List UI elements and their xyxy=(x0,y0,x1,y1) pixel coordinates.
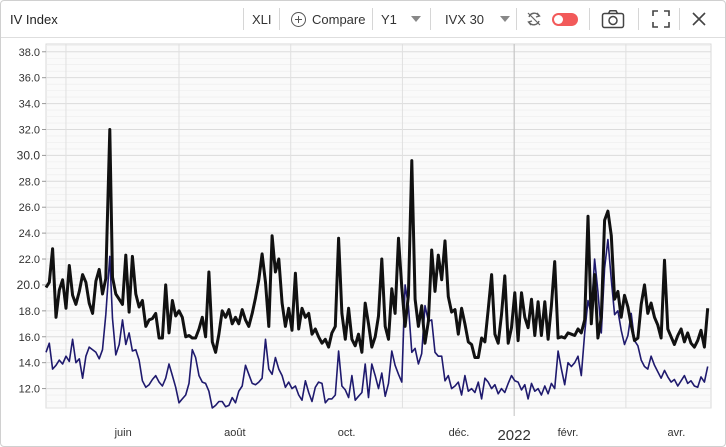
toolbar-separator xyxy=(372,8,373,30)
y-tick-label: 20.0 xyxy=(17,278,41,292)
x-tick-label: févr. xyxy=(558,427,579,439)
measure-select[interactable]: IVX 30 xyxy=(445,1,511,37)
toolbar-separator xyxy=(638,8,639,30)
caret-down-icon xyxy=(500,16,511,22)
y-tick-label: 22.0 xyxy=(19,254,40,266)
toolbar-separator xyxy=(243,8,244,30)
x-tick-label: déc. xyxy=(449,427,470,439)
toolbar-separator xyxy=(430,8,431,30)
y-tick-label: 36.0 xyxy=(19,73,40,85)
toggle-switch[interactable] xyxy=(552,1,578,37)
x-tick-label: 2022 xyxy=(497,427,530,444)
period-value: Y1 xyxy=(381,11,397,27)
y-tick-label: 32.0 xyxy=(19,124,40,136)
x-tick-label: août xyxy=(224,427,245,439)
toggle-switch-track xyxy=(552,12,578,26)
y-tick-label: 14.0 xyxy=(19,358,40,370)
y-tick-label: 12.0 xyxy=(19,384,40,396)
compare-button[interactable]: Compare xyxy=(291,1,365,37)
period-select[interactable]: Y1 xyxy=(381,1,421,37)
measure-value: IVX 30 xyxy=(445,11,485,27)
compare-label: Compare xyxy=(312,11,366,27)
y-axis: 12.0 14.0 16.0 18.0 20.0 22.0 24.0 26.0 28.0 30.0… xyxy=(17,47,46,396)
sync-icon xyxy=(527,12,541,26)
screenshot-button[interactable] xyxy=(601,1,625,37)
sync-button[interactable] xyxy=(526,1,542,37)
y-tick-label: 34.0 xyxy=(19,99,40,111)
close-button[interactable] xyxy=(691,1,707,37)
y-tick-label: 28.0 xyxy=(19,176,40,188)
toolbar-separator xyxy=(679,8,680,30)
y-tick-label: 38.0 xyxy=(19,47,40,59)
close-icon xyxy=(692,12,706,26)
iv-chart: 12.0 14.0 16.0 18.0 20.0 22.0 24.0 26.0 28.0 30.0… xyxy=(17,43,712,444)
toolbar-separator xyxy=(516,8,517,30)
chart-window: IV Index XLI Compare Y1 IVX 30 12.0 14.0… xyxy=(0,0,726,447)
fullscreen-button[interactable] xyxy=(652,1,670,37)
fullscreen-icon xyxy=(652,10,670,28)
chart-title: IV Index xyxy=(10,12,58,27)
toolbar-separator xyxy=(589,8,590,30)
chart-toolbar: IV Index XLI Compare Y1 IVX 30 xyxy=(1,1,725,38)
plus-circle-icon xyxy=(291,11,306,27)
y-tick-label: 24.0 xyxy=(19,228,40,240)
ticker-label[interactable]: XLI xyxy=(252,1,272,37)
toolbar-separator xyxy=(279,8,280,30)
camera-icon xyxy=(601,10,625,29)
x-tick-label: juin xyxy=(114,427,132,439)
y-tick-label: 30.0 xyxy=(17,148,41,162)
caret-down-icon xyxy=(410,16,421,22)
y-tick-label: 16.0 xyxy=(19,332,40,344)
x-tick-label: oct. xyxy=(338,427,356,439)
y-tick-label: 18.0 xyxy=(19,306,40,318)
x-axis: juin août oct. déc. 2022 févr. avr. xyxy=(114,427,686,444)
y-tick-label: 26.0 xyxy=(19,202,40,214)
x-tick-label: avr. xyxy=(668,427,686,439)
